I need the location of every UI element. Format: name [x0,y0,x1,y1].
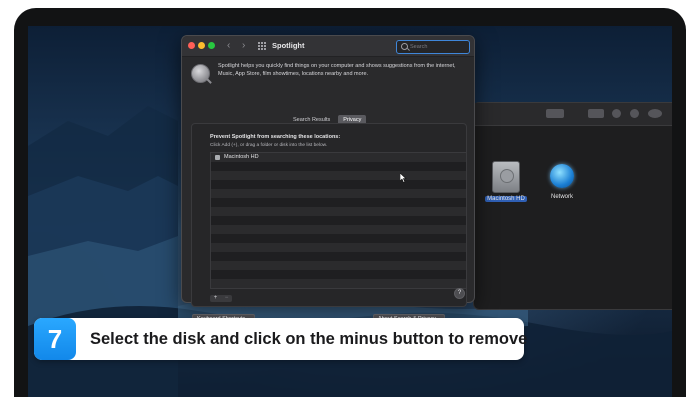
disk-icon [215,155,220,160]
back-arrow-icon[interactable]: ‹ [227,40,230,51]
finder-item-label: Macintosh HD [485,196,527,202]
list-row-empty [211,252,466,261]
mouse-pointer-icon [400,173,407,183]
search-input[interactable] [410,42,465,51]
finder-item-network[interactable]: Network [536,161,588,200]
spotlight-magnifier-icon [191,64,210,83]
list-row-empty [211,261,466,270]
finder-toolbar [474,103,672,126]
list-row-empty [211,189,466,198]
forward-arrow-icon[interactable]: › [242,40,245,51]
list-row-empty [211,162,466,171]
close-window-button[interactable] [188,42,195,49]
location-label: Macintosh HD [224,154,259,160]
finder-item-label: Network [550,194,573,200]
zoom-window-button[interactable] [208,42,215,49]
list-row-empty [211,243,466,252]
list-row-empty [211,270,466,279]
spotlight-preferences-window: ‹ › Spotlight Spotlight helps you quickl… [181,35,475,325]
finder-window: Macintosh HD Network [473,102,672,310]
remove-location-button[interactable]: − [221,295,232,302]
excluded-locations-list[interactable]: Macintosh HD [210,152,467,289]
search-icon [401,43,408,50]
spotlight-description: Spotlight helps you quickly find things … [218,63,456,77]
list-row-empty [211,171,466,180]
show-all-grid-icon[interactable] [258,42,266,50]
list-item[interactable]: Macintosh HD [211,153,466,162]
list-row-empty [211,234,466,243]
window-titlebar: ‹ › Spotlight [182,36,474,57]
action-button[interactable] [648,109,662,118]
view-toggle-button[interactable] [546,109,564,118]
add-remove-control: + − [210,295,232,302]
list-row-empty [211,198,466,207]
share-button[interactable] [612,109,621,118]
window-title: Spotlight [272,41,305,50]
list-row-empty [211,207,466,216]
list-row-empty [211,225,466,234]
list-row-empty [211,216,466,225]
hard-disk-icon [492,161,520,193]
privacy-hint: Click Add (+), or drag a folder or disk … [210,143,328,148]
step-number-badge: 7 [34,318,76,360]
finder-item-macintosh-hd[interactable]: Macintosh HD [480,161,532,202]
minimize-window-button[interactable] [198,42,205,49]
list-row-empty [211,180,466,189]
group-button[interactable] [588,109,604,118]
instruction-caption: Select the disk and click on the minus b… [90,330,528,348]
privacy-heading: Prevent Spotlight from searching these l… [210,134,341,140]
help-button[interactable]: ? [454,288,465,299]
tag-button[interactable] [630,109,639,118]
network-globe-icon [550,164,574,188]
instruction-banner: 7 Select the disk and click on the minus… [34,318,528,360]
add-location-button[interactable]: + [210,295,221,302]
search-field[interactable] [396,40,470,54]
list-row-empty [211,279,466,288]
